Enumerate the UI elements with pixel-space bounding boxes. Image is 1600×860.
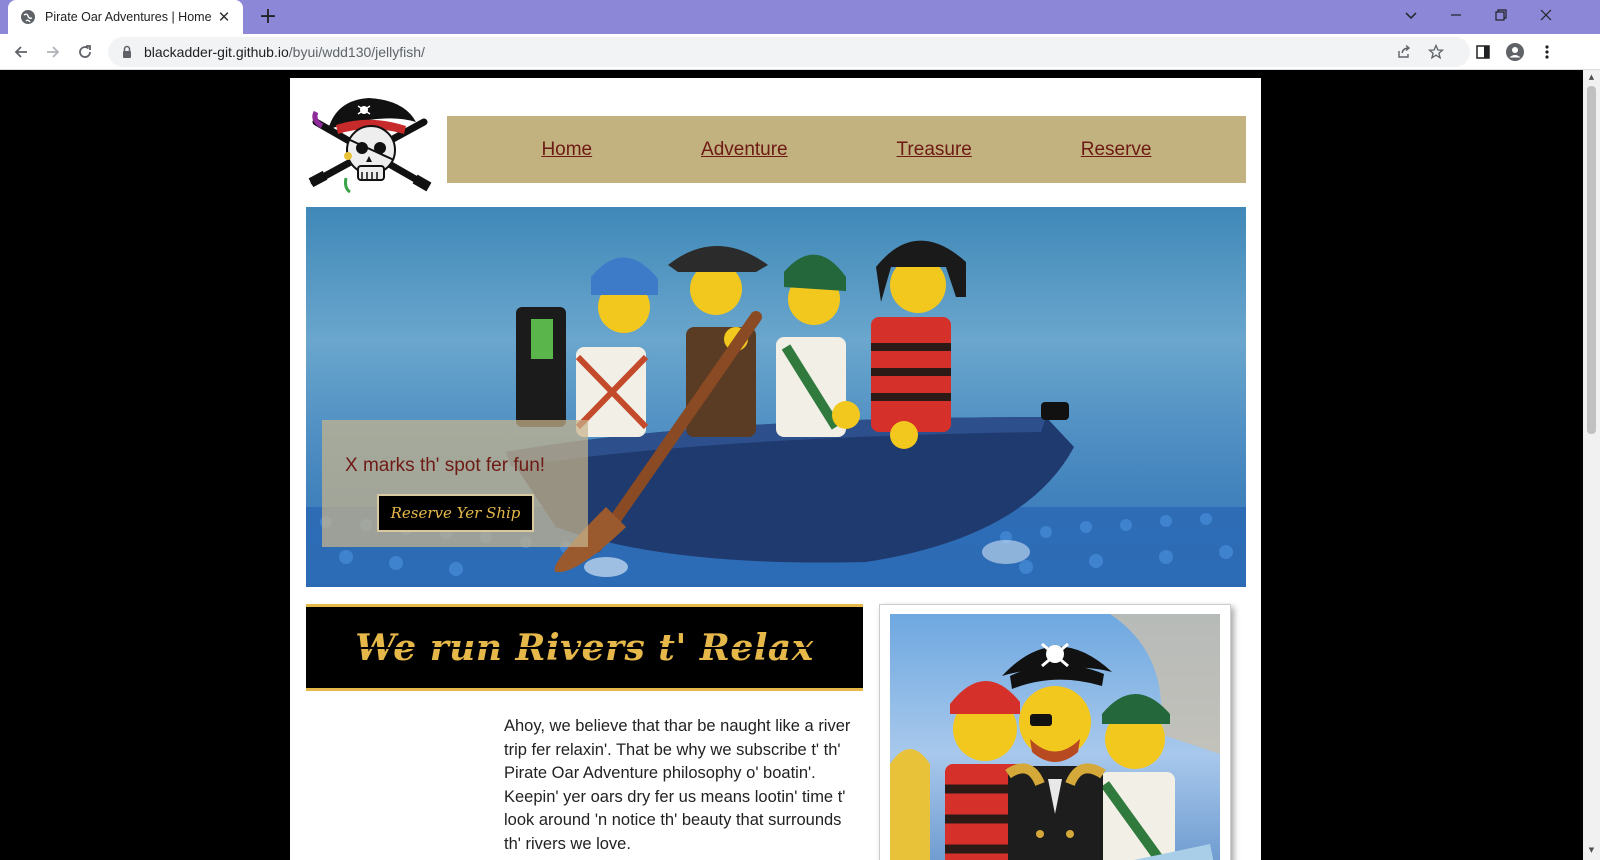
page-scrollbar[interactable]: ▲ ▼ xyxy=(1583,70,1600,860)
address-bar[interactable]: blackadder-git.github.io/byui/wdd130/jel… xyxy=(108,37,1470,67)
hero-tagline: X marks th' spot fer fun! xyxy=(345,455,546,476)
nav-link-home[interactable]: Home xyxy=(541,139,592,161)
minimize-button[interactable] xyxy=(1433,0,1479,30)
restore-button[interactable] xyxy=(1478,0,1524,30)
captain-photo-card xyxy=(879,604,1231,860)
hero-banner: X marks th' spot fer fun! Reserve Yer Sh… xyxy=(306,207,1246,587)
scrollbar-thumb[interactable] xyxy=(1587,86,1596,434)
reload-icon[interactable] xyxy=(73,40,97,64)
tab-title: Pirate Oar Adventures | Home xyxy=(45,10,212,24)
url-text: blackadder-git.github.io/byui/wdd130/jel… xyxy=(144,44,425,60)
lock-icon xyxy=(120,45,134,59)
globe-icon xyxy=(20,9,36,25)
url-path: /byui/wdd130/jellyfish/ xyxy=(288,44,425,60)
reserve-ship-button[interactable]: Reserve Yer Ship xyxy=(377,494,534,532)
tab-search-icon[interactable] xyxy=(1388,0,1434,30)
main-nav: Home Adventure Treasure Reserve xyxy=(447,116,1246,183)
pirate-skull-logo[interactable] xyxy=(306,92,432,200)
nav-link-reserve[interactable]: Reserve xyxy=(1081,139,1152,161)
nav-link-adventure[interactable]: Adventure xyxy=(701,139,788,161)
menu-kebab-icon[interactable] xyxy=(1538,43,1556,61)
new-tab-button[interactable]: + xyxy=(256,6,280,30)
captain-photo xyxy=(890,614,1220,860)
scroll-up-icon[interactable]: ▲ xyxy=(1587,73,1596,82)
profile-avatar-icon[interactable] xyxy=(1506,43,1524,61)
welcome-banner: We run Rivers t' Relax xyxy=(306,604,863,691)
page-viewport: Home Adventure Treasure Reserve X marks … xyxy=(0,70,1583,860)
browser-tab-bar: Pirate Oar Adventures | Home ✕ + xyxy=(0,0,1600,34)
hero-callout: X marks th' spot fer fun! Reserve Yer Sh… xyxy=(322,420,588,547)
close-window-button[interactable] xyxy=(1523,0,1569,30)
welcome-heading: We run Rivers t' Relax xyxy=(355,626,814,669)
tab-close-icon[interactable]: ✕ xyxy=(215,8,233,26)
bookmark-star-icon[interactable] xyxy=(1428,44,1444,60)
nav-link-treasure[interactable]: Treasure xyxy=(897,139,972,161)
forward-arrow-icon[interactable] xyxy=(41,40,65,64)
url-host: blackadder-git.github.io xyxy=(144,44,289,60)
browser-tab[interactable]: Pirate Oar Adventures | Home ✕ xyxy=(8,0,243,34)
browser-toolbar: blackadder-git.github.io/byui/wdd130/jel… xyxy=(0,34,1600,70)
side-panel-icon[interactable] xyxy=(1474,43,1492,61)
back-arrow-icon[interactable] xyxy=(9,40,33,64)
intro-paragraph: Ahoy, we believe that thar be naught lik… xyxy=(504,717,851,853)
scroll-down-icon[interactable]: ▼ xyxy=(1587,846,1596,855)
page-container: Home Adventure Treasure Reserve X marks … xyxy=(290,78,1261,860)
share-icon[interactable] xyxy=(1396,44,1412,60)
